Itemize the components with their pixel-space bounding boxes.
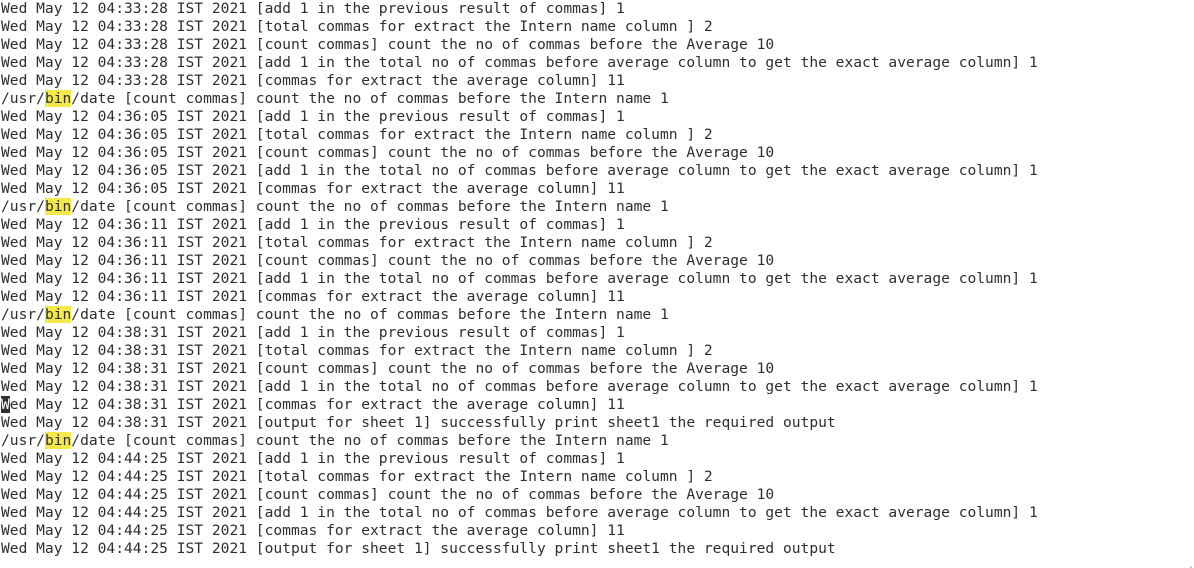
- log-line: Wed May 12 04:38:31 IST 2021 [commas for…: [1, 396, 1194, 414]
- log-text: Wed May 12 04:33:28 IST 2021 [count comm…: [1, 36, 775, 53]
- log-text: ed May 12 04:38:31 IST 2021 [commas for …: [9, 396, 625, 413]
- log-line: Wed May 12 04:36:05 IST 2021 [add 1 in t…: [1, 162, 1194, 180]
- log-line: Wed May 12 04:38:31 IST 2021 [add 1 in t…: [1, 378, 1194, 396]
- log-line: /usr/bin/date [count commas] count the n…: [1, 198, 1194, 216]
- log-line: Wed May 12 04:36:11 IST 2021 [count comm…: [1, 252, 1194, 270]
- log-text: Wed May 12 04:36:11 IST 2021 [add 1 in t…: [1, 270, 1038, 287]
- log-text: Wed May 12 04:36:11 IST 2021 [total comm…: [1, 234, 713, 251]
- log-line: Wed May 12 04:44:25 IST 2021 [add 1 in t…: [1, 504, 1194, 522]
- log-line: Wed May 12 04:36:05 IST 2021 [commas for…: [1, 180, 1194, 198]
- log-line: Wed May 12 04:33:28 IST 2021 [commas for…: [1, 72, 1194, 90]
- log-text: Wed May 12 04:36:05 IST 2021 [commas for…: [1, 180, 625, 197]
- terminal-output[interactable]: Wed May 12 04:33:28 IST 2021 [add 1 in t…: [1, 0, 1194, 568]
- log-text: Wed May 12 04:33:28 IST 2021 [add 1 in t…: [1, 0, 625, 17]
- log-line: Wed May 12 04:38:31 IST 2021 [total comm…: [1, 342, 1194, 360]
- log-line: Wed May 12 04:33:28 IST 2021 [total comm…: [1, 18, 1194, 36]
- log-line: Wed May 12 04:33:28 IST 2021 [add 1 in t…: [1, 0, 1194, 18]
- log-text: Wed May 12 04:36:05 IST 2021 [count comm…: [1, 144, 775, 161]
- log-text: Wed May 12 04:38:31 IST 2021 [add 1 in t…: [1, 324, 625, 341]
- log-text: Wed May 12 04:33:28 IST 2021 [add 1 in t…: [1, 54, 1038, 71]
- log-text: Wed May 12 04:38:31 IST 2021 [total comm…: [1, 342, 713, 359]
- log-text: Wed May 12 04:36:05 IST 2021 [add 1 in t…: [1, 162, 1038, 179]
- log-text: Wed May 12 04:44:25 IST 2021 [add 1 in t…: [1, 504, 1038, 521]
- log-text: /usr/: [1, 306, 45, 323]
- log-line: Wed May 12 04:36:11 IST 2021 [total comm…: [1, 234, 1194, 252]
- log-line: Wed May 12 04:44:25 IST 2021 [commas for…: [1, 522, 1194, 540]
- resize-grip-icon[interactable]: [1182, 554, 1194, 568]
- log-text: Wed May 12 04:38:31 IST 2021 [add 1 in t…: [1, 378, 1038, 395]
- log-text: /usr/: [1, 432, 45, 449]
- log-line: Wed May 12 04:38:31 IST 2021 [add 1 in t…: [1, 324, 1194, 342]
- log-text: Wed May 12 04:44:25 IST 2021 [count comm…: [1, 486, 775, 503]
- log-text: Wed May 12 04:44:25 IST 2021 [total comm…: [1, 468, 713, 485]
- log-line: /usr/bin/date [count commas] count the n…: [1, 306, 1194, 324]
- log-text: Wed May 12 04:36:11 IST 2021 [count comm…: [1, 252, 775, 269]
- log-line: Wed May 12 04:36:05 IST 2021 [add 1 in t…: [1, 108, 1194, 126]
- search-highlight: bin: [44, 306, 72, 323]
- log-text: Wed May 12 04:44:25 IST 2021 [commas for…: [1, 522, 625, 539]
- search-highlight: bin: [44, 90, 72, 107]
- log-line: /usr/bin/date [count commas] count the n…: [1, 432, 1194, 450]
- search-highlight: bin: [44, 432, 72, 449]
- log-line: Wed May 12 04:36:11 IST 2021 [commas for…: [1, 288, 1194, 306]
- log-line: Wed May 12 04:33:28 IST 2021 [count comm…: [1, 36, 1194, 54]
- log-text: /date [count commas] count the no of com…: [71, 432, 669, 449]
- log-text: /usr/: [1, 198, 45, 215]
- text-cursor: W: [1, 396, 10, 413]
- log-text: Wed May 12 04:33:28 IST 2021 [total comm…: [1, 18, 713, 35]
- log-text: Wed May 12 04:38:31 IST 2021 [output for…: [1, 414, 836, 431]
- log-line: Wed May 12 04:38:31 IST 2021 [count comm…: [1, 360, 1194, 378]
- log-line: Wed May 12 04:44:25 IST 2021 [total comm…: [1, 468, 1194, 486]
- log-line: Wed May 12 04:44:25 IST 2021 [count comm…: [1, 486, 1194, 504]
- log-line: Wed May 12 04:44:25 IST 2021 [output for…: [1, 540, 1194, 558]
- log-text: Wed May 12 04:33:28 IST 2021 [commas for…: [1, 72, 625, 89]
- log-text: /date [count commas] count the no of com…: [71, 306, 669, 323]
- log-text: /usr/: [1, 90, 45, 107]
- log-text: Wed May 12 04:36:05 IST 2021 [total comm…: [1, 126, 713, 143]
- log-line: Wed May 12 04:33:28 IST 2021 [add 1 in t…: [1, 54, 1194, 72]
- log-text: /date [count commas] count the no of com…: [71, 198, 669, 215]
- log-line: Wed May 12 04:38:31 IST 2021 [output for…: [1, 414, 1194, 432]
- log-line: Wed May 12 04:36:11 IST 2021 [add 1 in t…: [1, 216, 1194, 234]
- log-text: Wed May 12 04:38:31 IST 2021 [count comm…: [1, 360, 775, 377]
- log-text: Wed May 12 04:36:11 IST 2021 [commas for…: [1, 288, 625, 305]
- log-line: /usr/bin/date [count commas] count the n…: [1, 90, 1194, 108]
- log-line: Wed May 12 04:36:05 IST 2021 [count comm…: [1, 144, 1194, 162]
- log-text: Wed May 12 04:44:25 IST 2021 [output for…: [1, 540, 836, 557]
- log-line: Wed May 12 04:36:05 IST 2021 [total comm…: [1, 126, 1194, 144]
- search-highlight: bin: [44, 198, 72, 215]
- log-text: /date [count commas] count the no of com…: [71, 90, 669, 107]
- log-line: Wed May 12 04:44:25 IST 2021 [add 1 in t…: [1, 450, 1194, 468]
- log-text: Wed May 12 04:44:25 IST 2021 [add 1 in t…: [1, 450, 625, 467]
- log-line: Wed May 12 04:36:11 IST 2021 [add 1 in t…: [1, 270, 1194, 288]
- log-text: Wed May 12 04:36:11 IST 2021 [add 1 in t…: [1, 216, 625, 233]
- log-text: Wed May 12 04:36:05 IST 2021 [add 1 in t…: [1, 108, 625, 125]
